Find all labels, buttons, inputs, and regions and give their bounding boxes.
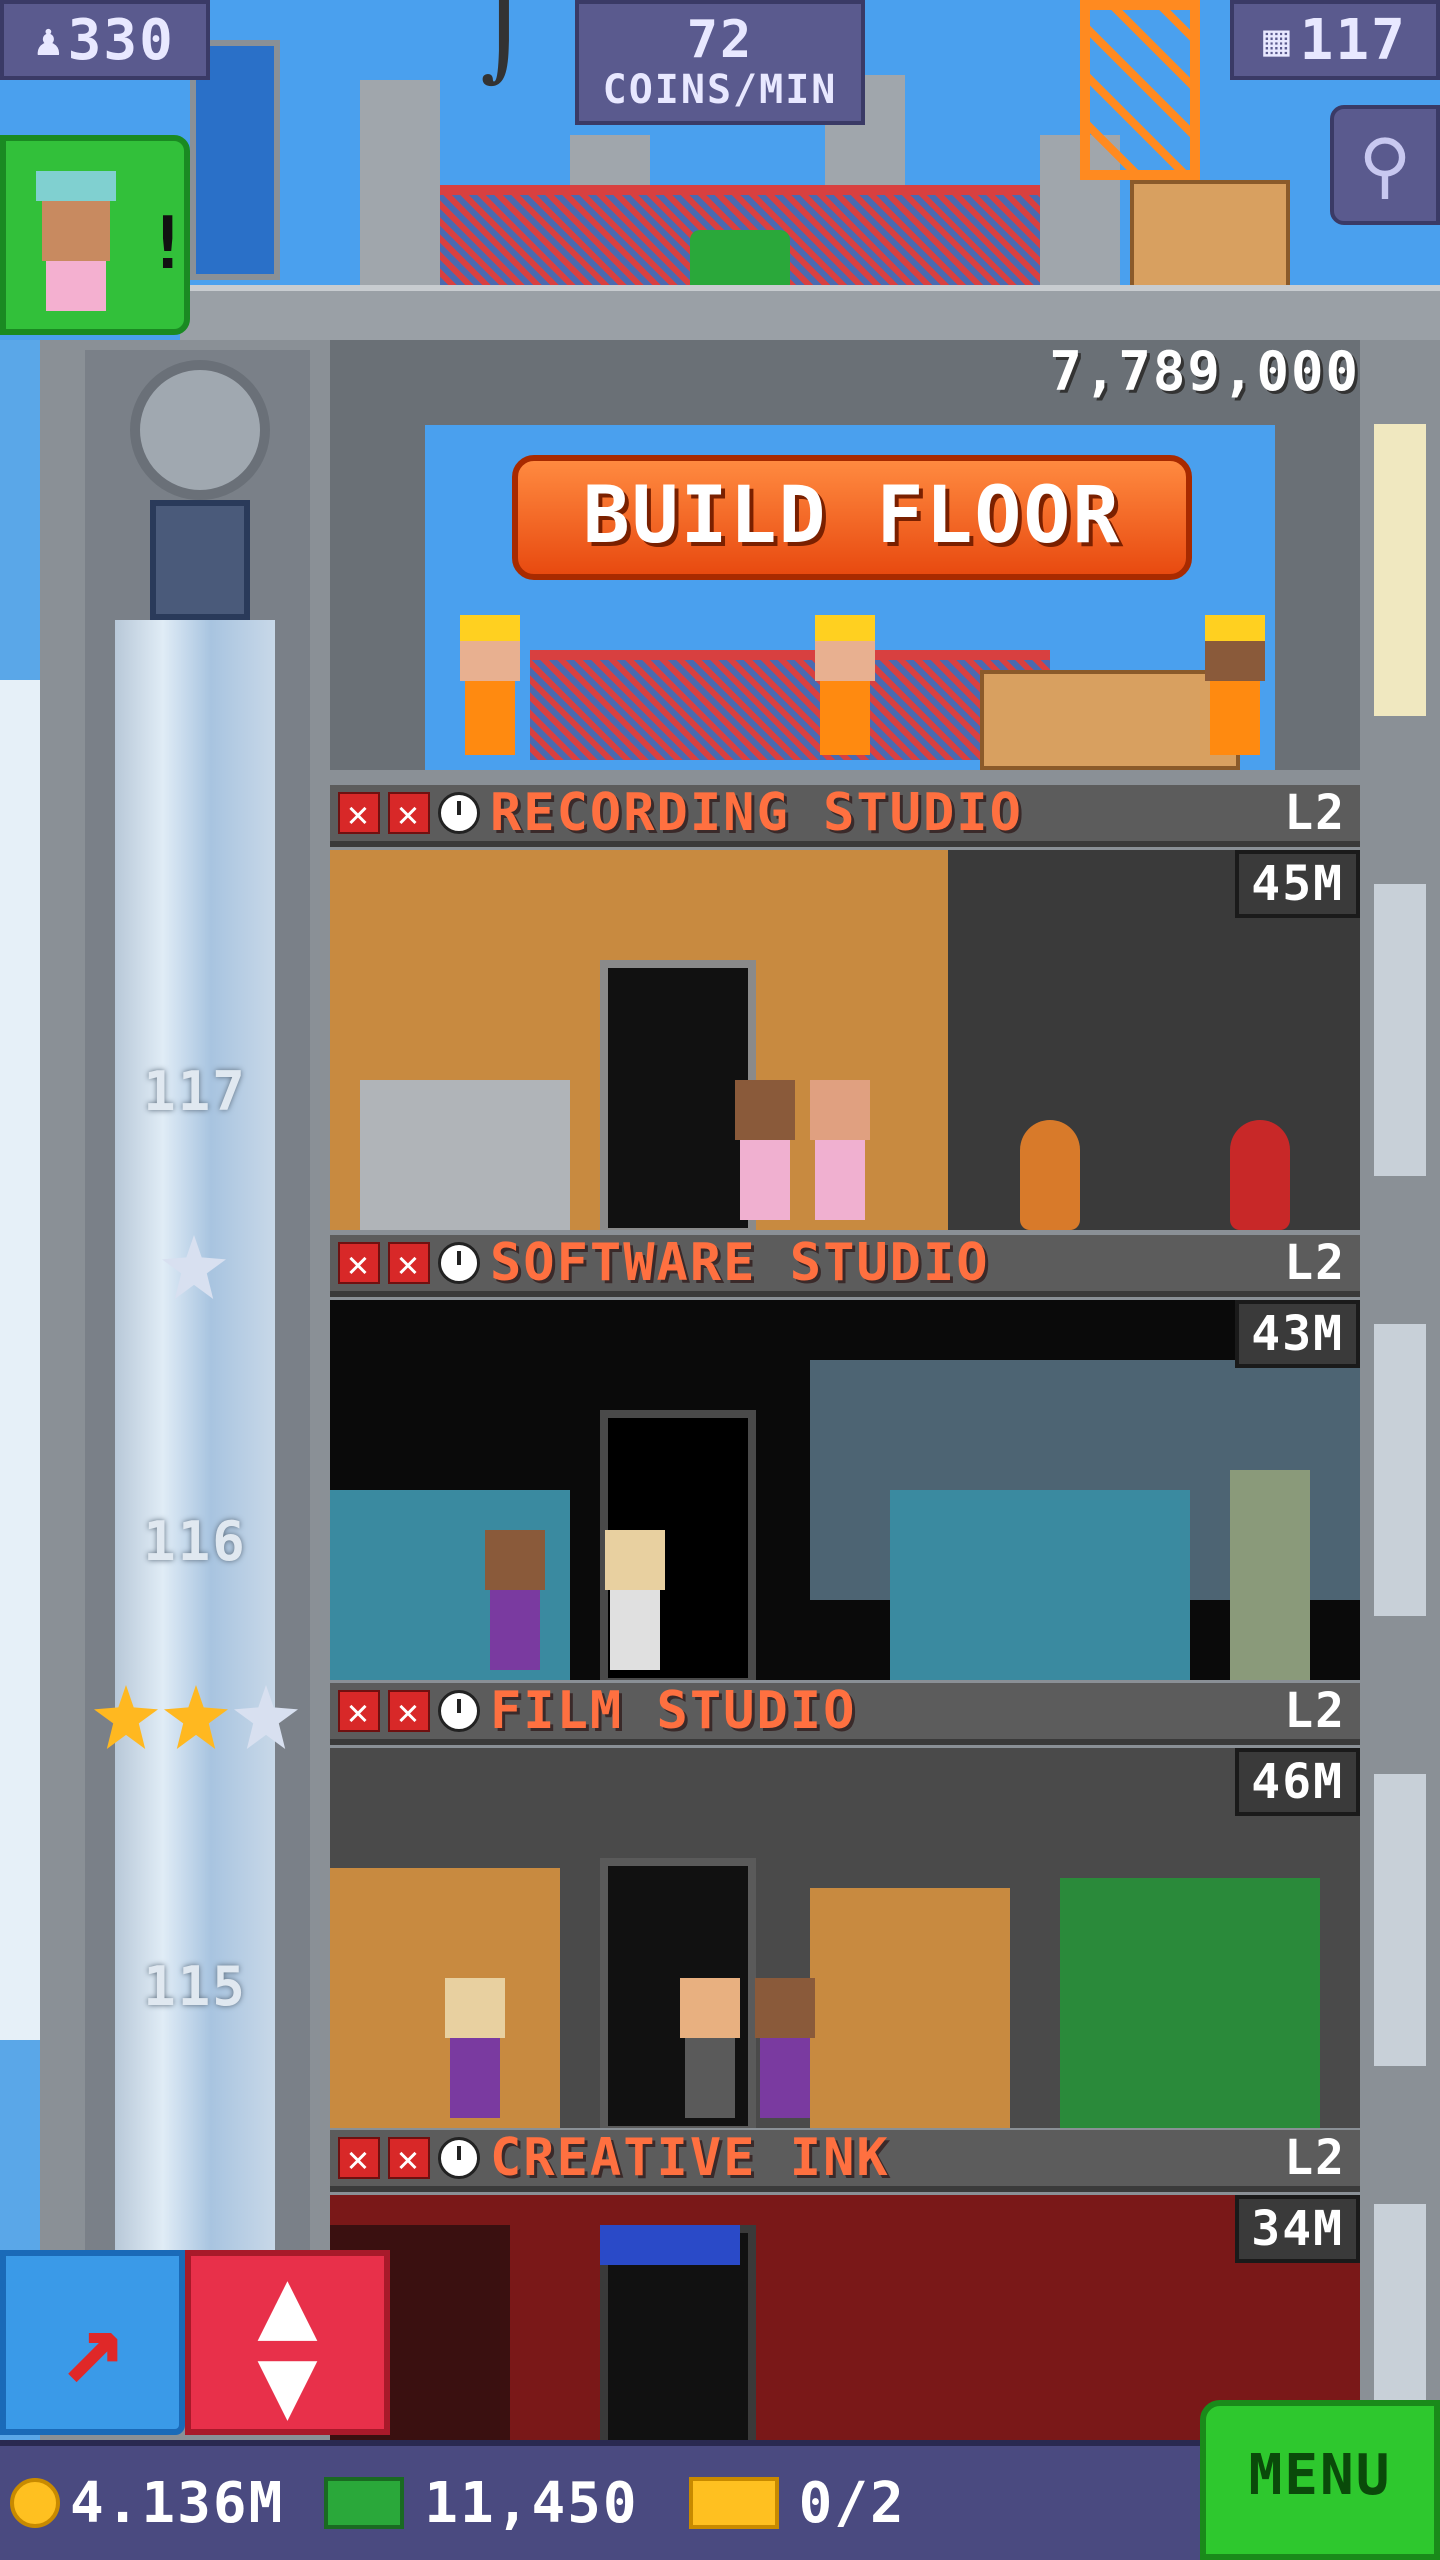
- close-icon: ✕: [338, 792, 380, 835]
- clock-icon: [438, 2137, 480, 2179]
- floor-level: L2: [1284, 1683, 1346, 1739]
- magnify-button[interactable]: ⚲: [1330, 105, 1440, 225]
- close-icon: ✕: [338, 2137, 380, 2180]
- construction-worker: [1200, 615, 1270, 755]
- bux-balance: 11,450: [424, 2470, 639, 2536]
- floor-earnings: 34M: [1235, 2195, 1360, 2263]
- coin-icon: [10, 2478, 60, 2528]
- floor-level: L2: [1284, 785, 1346, 841]
- side-window: [1370, 1320, 1430, 1620]
- side-window: [1370, 420, 1430, 720]
- floor-name: SOFTWARE STUDIO: [490, 1233, 990, 1293]
- floor-earnings: 46M: [1235, 1748, 1360, 1816]
- green-bag: [690, 230, 790, 290]
- elevator-updown-button[interactable]: ▲ ▼: [185, 2250, 390, 2435]
- ticket-count: 0/2: [798, 2470, 906, 2536]
- person-icon: ♟: [35, 14, 64, 66]
- side-window: [1370, 880, 1430, 1180]
- close-icon: ✕: [388, 792, 430, 835]
- crate-stack: [1130, 180, 1290, 290]
- side-window: [1370, 1770, 1430, 2070]
- arrow-icon: ↗: [59, 2278, 126, 2407]
- elevator-floor-label: 116: [143, 1510, 247, 1573]
- floor-level: L2: [1284, 2130, 1346, 2186]
- floor-header-recording-studio[interactable]: ✕ ✕ RECORDING STUDIO L2: [330, 783, 1360, 847]
- floor-header-film-studio[interactable]: ✕ ✕ FILM STUDIO L2: [330, 1681, 1360, 1745]
- close-icon: ✕: [338, 1690, 380, 1733]
- ticket-icon: [688, 2477, 779, 2529]
- clock-icon: [438, 1690, 480, 1732]
- floor-earnings: 43M: [1235, 1300, 1360, 1368]
- floor-counter[interactable]: ▦ 117: [1230, 0, 1440, 80]
- floor-earnings: 45M: [1235, 850, 1360, 918]
- floor-name: FILM STUDIO: [490, 1681, 857, 1741]
- crane-hook-icon: ⌡: [480, 0, 531, 86]
- floor-name: RECORDING STUDIO: [490, 783, 1023, 843]
- elevator-floor-label: 115: [143, 1955, 247, 2018]
- coins-rate-display: 72 COINS/MIN: [575, 0, 865, 125]
- build-cost: 7,789,000: [1049, 340, 1360, 403]
- close-icon: ✕: [388, 1242, 430, 1285]
- rooftop-pillar: [360, 80, 440, 290]
- floor-name: CREATIVE INK: [490, 2128, 890, 2188]
- coin-balance: 4.136M: [70, 2470, 285, 2536]
- alert-icon: !: [146, 201, 190, 285]
- clock-icon: [438, 1242, 480, 1284]
- close-icon: ✕: [388, 2137, 430, 2180]
- build-floor-button[interactable]: BUILD FLOOR: [512, 455, 1192, 580]
- population-counter[interactable]: ♟ 330: [0, 0, 210, 80]
- visitor-mission-button[interactable]: !: [0, 135, 190, 335]
- floor-header-creative-ink[interactable]: ✕ ✕ CREATIVE INK L2: [330, 2128, 1360, 2192]
- menu-button[interactable]: MENU: [1200, 2400, 1440, 2560]
- elevator-motor: [100, 360, 300, 640]
- magnify-icon: ⚲: [1358, 123, 1412, 207]
- elevator-floor-label: 117: [143, 1060, 247, 1123]
- close-icon: ✕: [388, 1690, 430, 1733]
- bux-icon: [324, 2477, 405, 2529]
- construction-worker: [455, 615, 525, 755]
- clock-icon: [438, 792, 480, 834]
- visitor-avatar: [36, 171, 116, 311]
- room-creative-ink[interactable]: [330, 2195, 1360, 2440]
- close-icon: ✕: [338, 1242, 380, 1285]
- room-film-studio[interactable]: [330, 1748, 1360, 2128]
- pulley-wheel: [130, 360, 270, 500]
- updown-icon: ▲ ▼: [257, 2243, 318, 2441]
- room-recording-studio[interactable]: [330, 850, 1360, 1230]
- building-icon: ▦: [1263, 14, 1292, 66]
- elevator-car: [150, 500, 250, 620]
- quick-arrow-button[interactable]: ↗: [0, 2250, 185, 2435]
- cloud-decoration: [0, 680, 40, 2040]
- crane-tower: [1080, 0, 1200, 180]
- construction-worker: [810, 615, 880, 755]
- room-software-studio[interactable]: [330, 1300, 1360, 1680]
- floor-header-software-studio[interactable]: ✕ ✕ SOFTWARE STUDIO L2: [330, 1233, 1360, 1297]
- floor-level: L2: [1284, 1235, 1346, 1291]
